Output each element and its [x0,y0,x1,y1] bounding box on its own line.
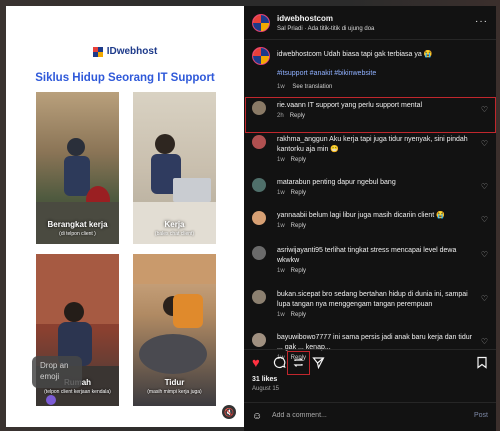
caption-hashtags[interactable]: #itsupport #anakit #bikinwebsite [277,70,376,77]
comment-icon[interactable] [273,356,286,371]
comment-meta: 1w Reply [277,268,306,274]
comment-text: bukan.sicepat bro sedang bertahan hidup … [277,291,468,308]
post-header: idwebhostcom Sal Priadi · Ada titik-titi… [244,6,496,40]
caption-time: 1w [277,84,285,90]
speaker-muted-icon[interactable]: 🔇 [222,405,236,419]
share-icon[interactable] [312,356,325,371]
more-options-icon[interactable]: ··· [475,16,488,27]
comment-heart-icon[interactable]: ♡ [481,294,488,303]
post-brand: IDwebhost [6,46,244,57]
comment-time: 1w [277,157,285,163]
emoji-icon[interactable]: ☺ [252,411,262,422]
avatar[interactable] [252,101,266,115]
comment-text: yannaabii belum lagi libur juga masih di… [277,212,445,219]
idwebhost-logo-icon [92,46,103,57]
comment-meta: 1w Reply [277,157,306,163]
comments-panel: idwebhostcom Sal Priadi · Ada titik-titi… [244,6,496,431]
reply-button[interactable]: Reply [291,268,306,274]
caption-body: Udah biasa tapi gak terbiasa ya 😭 [323,51,433,58]
comment-text: asriwijayanti95 terlihat tingkat stress … [277,247,457,264]
comment-text: rakhma_anggun Aku kerja tapi juga tidur … [277,136,468,153]
photo-caption: Berangkat kerja [47,220,108,229]
comment-heart-icon[interactable]: ♡ [481,250,488,259]
post-comment-button[interactable]: Post [474,412,488,419]
avatar[interactable] [252,333,266,347]
comment-time: 2h [277,113,284,119]
caption-meta: 1w See translation [277,84,332,90]
drop-emoji-tooltip: Drop an emoji [32,356,82,388]
bookmark-icon[interactable] [476,356,488,371]
header-audio-subtitle[interactable]: Sal Priadi · Ada titik-titik di ujung do… [277,26,374,32]
avatar[interactable] [252,135,266,149]
photo-tidur: Tidur (masih mimpi kerja juga) [133,254,216,406]
photo-caption: Kerja [164,220,185,229]
reply-button[interactable]: Reply [291,190,306,196]
photo-kerja: Kerja (bales chat client) [133,92,216,244]
comment-meta: 2h Reply [277,113,305,119]
action-bar: ♥ [244,349,496,377]
comment-input[interactable] [272,412,452,419]
avatar[interactable] [252,246,266,260]
see-translation-link[interactable]: See translation [292,84,332,90]
photo-subcaption: (di telpon client ) [59,231,96,237]
reply-button[interactable]: Reply [291,312,306,318]
reply-button[interactable]: Reply [290,113,305,119]
reply-button[interactable]: Reply [291,223,306,229]
reply-button[interactable]: Reply [291,157,306,163]
heart-icon[interactable]: ♥ [252,356,260,369]
caption-username[interactable]: idwebhostcom [277,51,322,58]
comment-text: rie.vaann IT support yang perlu support … [277,102,423,109]
comment-meta: 1w Reply [277,223,306,229]
photo-subcaption: (masih mimpi kerja juga) [147,389,202,395]
comment-meta: 1w Reply [277,312,306,318]
comment-heart-icon[interactable]: ♡ [481,215,488,224]
avatar[interactable] [252,290,266,304]
header-username[interactable]: idwebhostcom [277,14,333,23]
comment-time: 1w [277,312,285,318]
post-title: Siklus Hidup Seorang IT Support [35,72,215,84]
comment-heart-icon[interactable]: ♡ [481,139,488,148]
highlight-box-repost [287,351,310,375]
avatar[interactable] [252,14,270,32]
comment-time: 1w [277,190,285,196]
photo-subcaption: (bales chat client) [154,231,195,237]
avatar[interactable] [252,211,266,225]
post-date: August 15 [252,386,280,392]
brand-name: IDwebhost [106,46,158,57]
comment-text: matarabun penting dapur ngebul bang [277,179,396,186]
likes-count[interactable]: 31 likes [252,376,277,383]
photo-berangkat-kerja: Berangkat kerja (di telpon client ) [36,92,119,244]
app-window: IDwebhost Siklus Hidup Seorang IT Suppor… [0,0,500,431]
comment-time: 1w [277,268,285,274]
avatar[interactable] [252,178,266,192]
comment-heart-icon[interactable]: ♡ [481,105,488,114]
comment-heart-icon[interactable]: ♡ [481,337,488,346]
emoji-reaction-button[interactable] [46,395,56,405]
comment-meta: 1w Reply [277,190,306,196]
caption-text: idwebhostcom Udah biasa tapi gak terbias… [277,50,482,60]
photo-caption: Tidur [164,378,185,387]
comment-heart-icon[interactable]: ♡ [481,182,488,191]
avatar[interactable] [252,47,270,65]
add-comment-bar: ☺ Post [244,402,496,431]
photo-subcaption: (telpon client kerjaan kendala) [44,389,111,395]
comment-time: 1w [277,223,285,229]
